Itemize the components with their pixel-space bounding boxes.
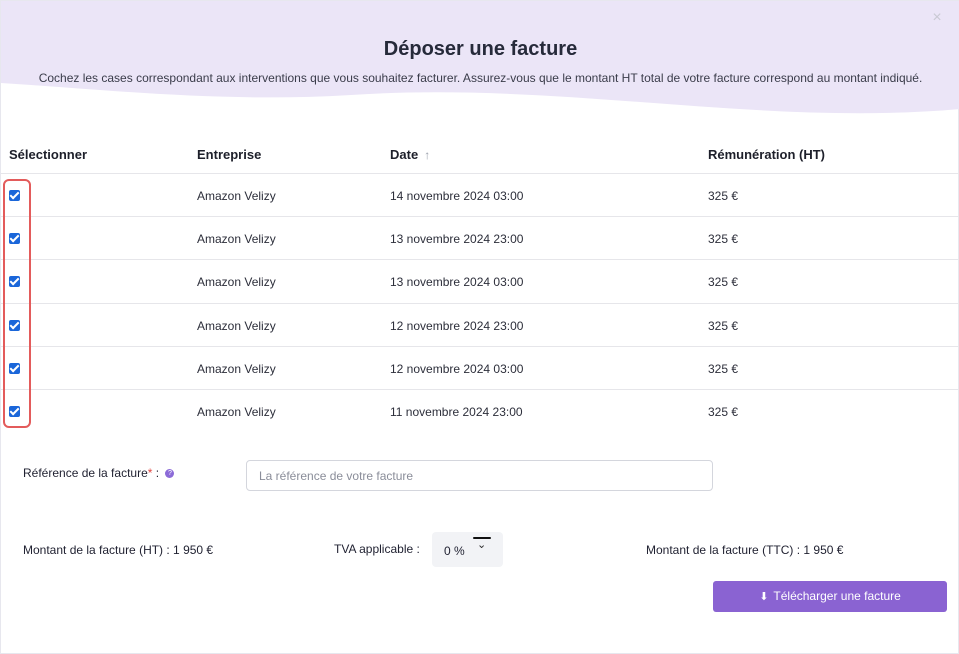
modal-title: Déposer une facture [383,38,578,60]
chevron-down-icon: ⌄ [477,539,487,551]
row-checkbox[interactable] [9,190,20,201]
cell-company: Amazon Velizy [197,404,276,419]
cell-date: 11 novembre 2024 23:00 [390,404,523,419]
table-row: Amazon Velizy 13 novembre 2024 23:00 325… [1,217,959,261]
header-date-label: Date [390,147,419,162]
cell-date: 14 novembre 2024 03:00 [390,189,524,203]
question-icon[interactable]: ? [165,469,175,478]
download-icon: ⬇ [759,591,769,603]
upload-invoice-button[interactable]: ⬇ Télécharger une facture [713,581,947,612]
cell-amount: 325 € [708,361,739,376]
close-icon[interactable]: × [928,9,946,27]
modal-subtitle: Cochez les cases correspondant aux inter… [38,71,923,85]
header-company: Entreprise [197,147,262,162]
cell-amount: 325 € [708,232,739,247]
cell-amount: 325 € [708,404,739,419]
ttc-amount: Montant de la facture (TTC) : 1 950 € [646,543,844,557]
row-checkbox[interactable] [9,362,20,374]
cell-amount: 325 € [708,318,739,333]
tva-value: 0 % [444,544,465,558]
table-row: Amazon Velizy 14 novembre 2024 03:00 325… [1,174,959,218]
header-date[interactable]: Date ↑ [390,147,430,162]
cell-company: Amazon Velizy [197,189,276,203]
table-row: Amazon Velizy 11 novembre 2024 23:00 325… [1,390,959,433]
cell-date: 13 novembre 2024 23:00 [390,232,524,247]
arrow-up-icon[interactable]: ↑ [424,148,430,162]
reference-label-colon: : [152,466,160,480]
cell-company: Amazon Velizy [197,361,276,376]
cell-date: 12 novembre 2024 23:00 [390,318,524,333]
reference-input[interactable] [246,460,713,491]
row-checkbox[interactable] [9,276,20,288]
cell-date: 12 novembre 2024 03:00 [390,361,524,376]
cell-date: 13 novembre 2024 03:00 [390,275,524,290]
cell-amount: 325 € [708,275,739,290]
reference-label: Référence de la facture* : ? [23,466,175,480]
header-select: Sélectionner [9,147,88,162]
table-row: Amazon Velizy 13 novembre 2024 03:00 325… [1,260,959,304]
interventions-table: Sélectionner Entreprise Date ↑ Rémunérati… [1,131,959,433]
tva-label: TVA applicable : [334,542,420,556]
cell-company: Amazon Velizy [197,275,276,290]
ht-amount: Montant de la facture (HT) : 1 950 € [23,543,214,557]
row-checkbox[interactable] [9,319,20,331]
invoice-modal: × Déposer une facture Cochez les cases c… [0,0,959,654]
table-row: Amazon Velizy 12 novembre 2024 03:00 325… [1,347,959,390]
cell-company: Amazon Velizy [197,232,276,247]
table-row: Amazon Velizy 12 novembre 2024 23:00 325… [1,304,959,347]
upload-invoice-label: Télécharger une facture [773,589,901,603]
row-checkbox[interactable] [9,233,20,245]
table-header: Sélectionner Entreprise Date ↑ Rémunérati… [1,131,959,174]
row-checkbox[interactable] [9,405,20,417]
cell-company: Amazon Velizy [197,318,276,333]
reference-label-text: Référence de la facture [23,466,148,480]
cell-amount: 325 € [708,189,739,203]
tva-select[interactable]: 0 % ⌄ [432,532,503,567]
header-pay: Rémunération (HT) [708,147,825,162]
